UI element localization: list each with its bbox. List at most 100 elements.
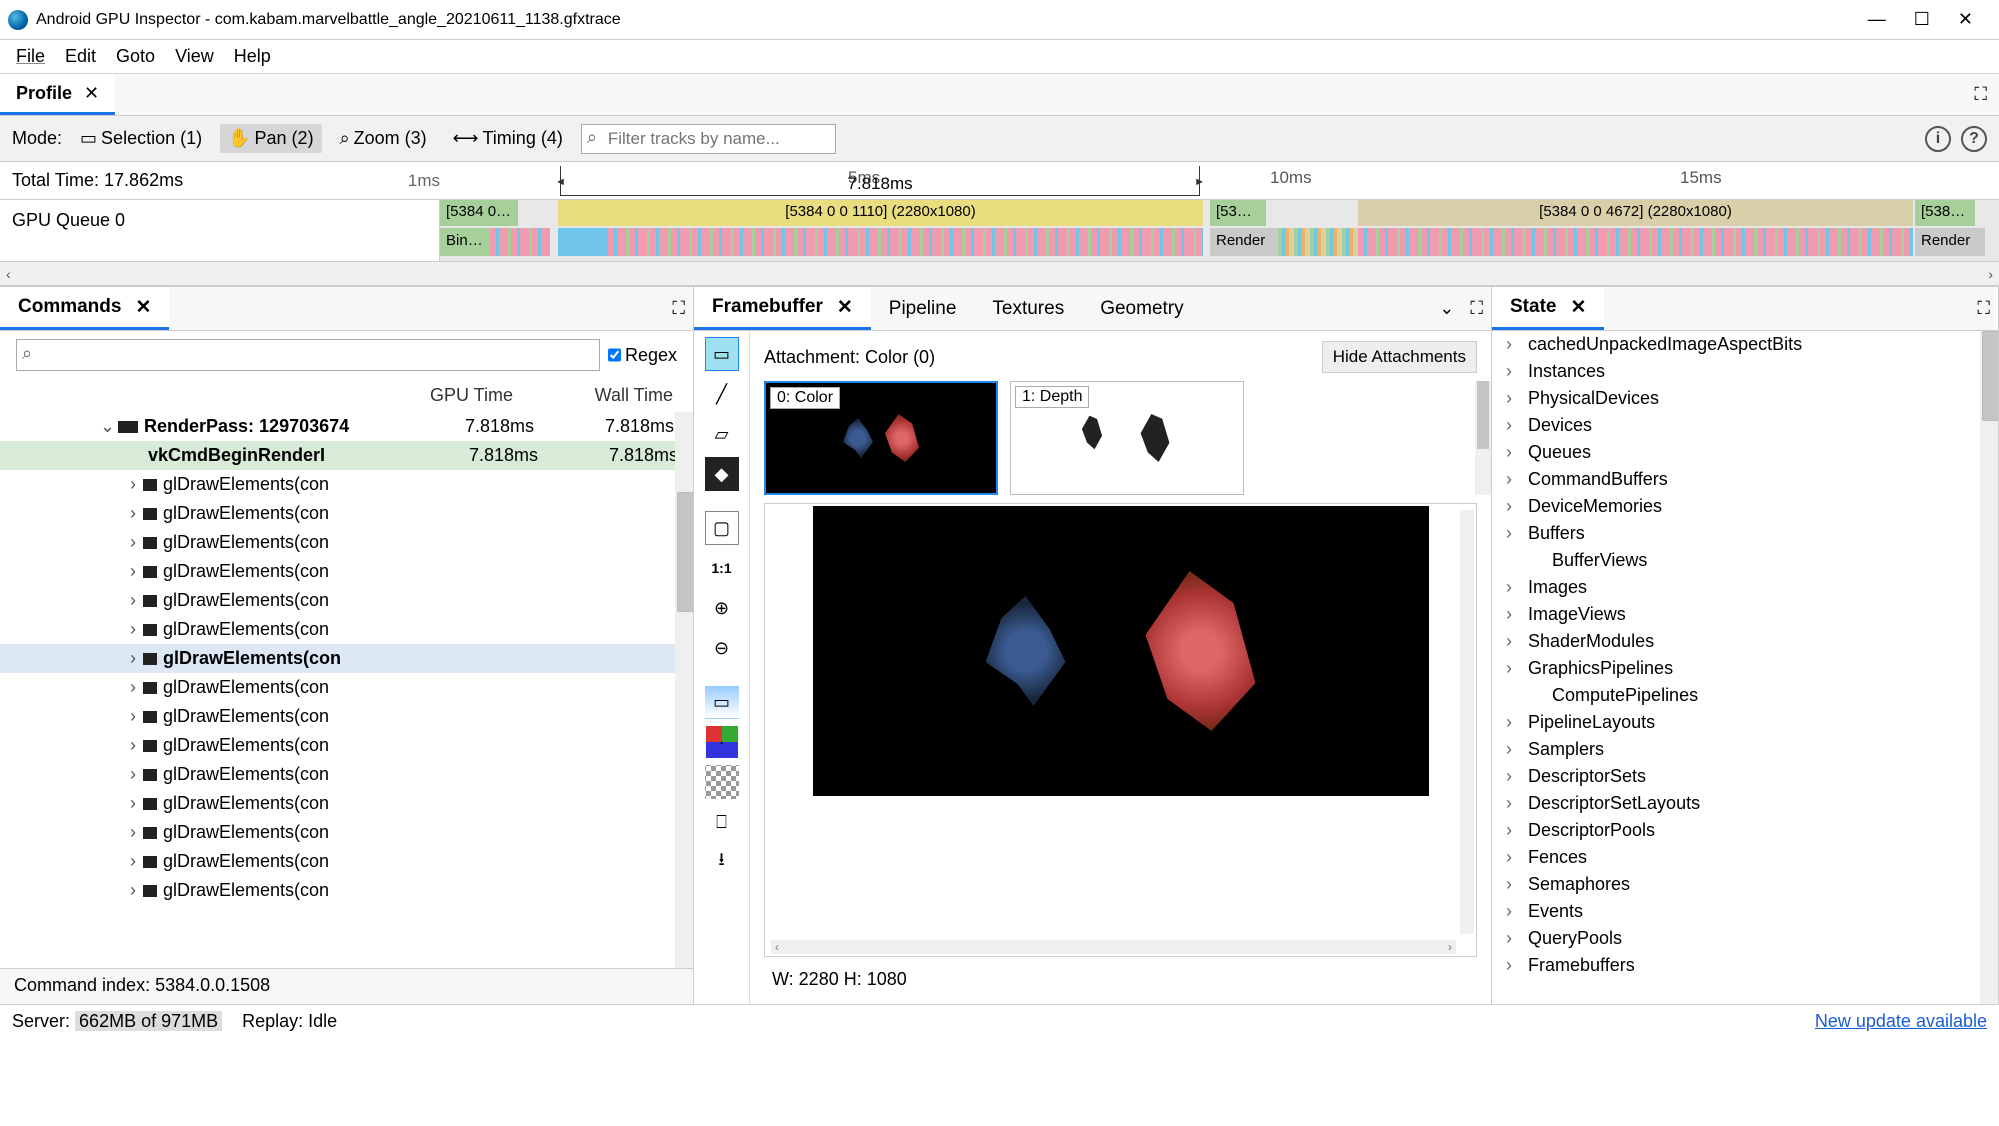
fullscreen-icon[interactable]: ⛶ [1962, 84, 1999, 105]
queue-block-5[interactable]: [538… [1915, 200, 1975, 226]
command-row[interactable]: ›glDrawElements(con [0, 644, 693, 673]
state-item[interactable]: ›QueryPools [1492, 925, 1998, 952]
state-item[interactable]: ›ShaderModules [1492, 628, 1998, 655]
tool-actual-icon[interactable]: 1:1 [705, 551, 739, 585]
commands-search-input[interactable] [16, 339, 600, 371]
queue-block-1-sub[interactable]: Binn… [440, 228, 490, 256]
tab-geometry[interactable]: Geometry [1082, 287, 1201, 330]
mode-timing[interactable]: ⟷ Timing (4) [445, 124, 571, 153]
timeline-ruler[interactable]: 5ms 10ms 15ms 7.818ms [440, 162, 1999, 199]
command-row[interactable]: ›glDrawElements(con [0, 615, 693, 644]
tool-channels-icon[interactable]: · [705, 725, 739, 759]
fb-hscroll[interactable]: ‹› [771, 940, 1456, 954]
mode-pan[interactable]: ✋ Pan (2) [220, 124, 321, 153]
tab-pipeline[interactable]: Pipeline [871, 287, 975, 330]
state-item[interactable]: ›CommandBuffers [1492, 466, 1998, 493]
commands-fullscreen-icon[interactable]: ⛶ [664, 298, 693, 319]
tool-slash-icon[interactable]: ╱ [705, 377, 739, 411]
tab-profile[interactable]: Profile ✕ [0, 74, 115, 115]
state-item[interactable]: ›Semaphores [1492, 871, 1998, 898]
state-item[interactable]: ›Events [1492, 898, 1998, 925]
command-row[interactable]: ›glDrawElements(con [0, 818, 693, 847]
state-item[interactable]: ›DescriptorSetLayouts [1492, 790, 1998, 817]
command-row[interactable]: ›glDrawElements(con [0, 528, 693, 557]
queue-block-2[interactable]: [5384 0 0 1110] (2280x1080) [558, 200, 1203, 226]
command-row[interactable]: ›glDrawElements(con [0, 760, 693, 789]
info-icon[interactable]: i [1925, 126, 1951, 152]
maximize-button[interactable]: ☐ [1914, 9, 1930, 30]
track-filter-input[interactable] [581, 124, 836, 154]
tool-crop-icon[interactable]: ⎕ [705, 805, 739, 839]
tool-color-icon[interactable]: ▭ [705, 337, 739, 371]
state-item[interactable]: ›Framebuffers [1492, 952, 1998, 979]
command-row[interactable]: ›glDrawElements(con [0, 673, 693, 702]
state-item[interactable]: ›DeviceMemories [1492, 493, 1998, 520]
fb-close-icon[interactable]: ✕ [837, 296, 853, 319]
tool-checker-icon[interactable] [705, 765, 739, 799]
state-item[interactable]: ›ImageViews [1492, 601, 1998, 628]
mode-zoom[interactable]: ⌕ Zoom (3) [332, 124, 435, 153]
command-row[interactable]: ⌄RenderPass: 1297036747.818ms7.818ms [0, 412, 693, 441]
state-item[interactable]: ›DescriptorPools [1492, 817, 1998, 844]
command-row[interactable]: ›glDrawElements(con [0, 586, 693, 615]
tool-box-icon[interactable]: ▱ [705, 417, 739, 451]
hide-attachments-button[interactable]: Hide Attachments [1322, 341, 1477, 373]
tool-zoomin-icon[interactable]: ⊕ [705, 591, 739, 625]
update-link[interactable]: New update available [1815, 1011, 1987, 1032]
queue-block-3-sub[interactable]: Render [1210, 228, 1278, 256]
menu-file[interactable]: File [6, 42, 55, 71]
queue-block-5-sub[interactable]: Render [1915, 228, 1985, 256]
state-item[interactable]: ›Buffers [1492, 520, 1998, 547]
command-row[interactable]: vkCmdBeginRenderI7.818ms7.818ms [0, 441, 693, 470]
fb-canvas[interactable] [813, 506, 1429, 796]
tab-textures[interactable]: Textures [974, 287, 1082, 330]
command-row[interactable]: ›glDrawElements(con [0, 876, 693, 905]
state-item[interactable]: ComputePipelines [1492, 682, 1998, 709]
state-item[interactable]: ›cachedUnpackedImageAspectBits [1492, 331, 1998, 358]
state-tree[interactable]: ›cachedUnpackedImageAspectBits›Instances… [1492, 331, 1998, 1004]
commands-close-icon[interactable]: ✕ [135, 296, 151, 319]
timeline-hscroll[interactable]: ‹› [0, 262, 1999, 286]
command-row[interactable]: ›glDrawElements(con [0, 557, 693, 586]
regex-checkbox[interactable]: Regex [608, 339, 677, 371]
state-item[interactable]: ›DescriptorSets [1492, 763, 1998, 790]
command-row[interactable]: ›glDrawElements(con [0, 789, 693, 818]
state-item[interactable]: ›Instances [1492, 358, 1998, 385]
mode-selection[interactable]: ▭ Selection (1) [72, 124, 210, 153]
tool-dark-icon[interactable]: ◆ [705, 457, 739, 491]
state-item[interactable]: ›Images [1492, 574, 1998, 601]
queue-block-1[interactable]: [5384 0… [440, 200, 518, 226]
tool-download-icon[interactable]: ⭳ [705, 845, 739, 879]
fb-dropdown-icon[interactable]: ⌄ [1431, 298, 1462, 319]
state-item[interactable]: ›PhysicalDevices [1492, 385, 1998, 412]
state-item[interactable]: ›Samplers [1492, 736, 1998, 763]
queue-block-3[interactable]: [538… [1210, 200, 1266, 226]
tab-framebuffer[interactable]: Framebuffer✕ [694, 287, 871, 330]
commands-vscroll[interactable] [675, 412, 693, 968]
state-item[interactable]: ›Devices [1492, 412, 1998, 439]
command-row[interactable]: ›glDrawElements(con [0, 499, 693, 528]
thumb-depth[interactable]: 1: Depth [1010, 381, 1244, 495]
close-button[interactable]: ✕ [1958, 9, 1973, 30]
state-item[interactable]: ›Fences [1492, 844, 1998, 871]
tool-zoomout-icon[interactable]: ⊖ [705, 631, 739, 665]
tool-fit-icon[interactable]: ▢ [705, 511, 739, 545]
menu-edit[interactable]: Edit [55, 42, 106, 71]
queue-block-4[interactable]: [5384 0 0 4672] (2280x1080) [1358, 200, 1913, 226]
state-item[interactable]: ›PipelineLayouts [1492, 709, 1998, 736]
thumbs-vscroll[interactable] [1475, 381, 1491, 495]
state-item[interactable]: BufferViews [1492, 547, 1998, 574]
help-icon[interactable]: ? [1961, 126, 1987, 152]
menu-view[interactable]: View [165, 42, 224, 71]
command-row[interactable]: ›glDrawElements(con [0, 847, 693, 876]
state-vscroll[interactable] [1980, 331, 1998, 1004]
tab-state[interactable]: State✕ [1492, 287, 1604, 330]
fb-fullscreen-icon[interactable]: ⛶ [1462, 298, 1491, 319]
command-row[interactable]: ›glDrawElements(con [0, 731, 693, 760]
tab-commands[interactable]: Commands ✕ [0, 287, 169, 330]
menu-goto[interactable]: Goto [106, 42, 165, 71]
gpu-queue-lane[interactable]: [5384 0… Binn… [5384 0 0 1110] (2280x108… [440, 200, 1999, 261]
command-row[interactable]: ›glDrawElements(con [0, 470, 693, 499]
tab-profile-close-icon[interactable]: ✕ [84, 83, 99, 104]
state-fullscreen-icon[interactable]: ⛶ [1969, 298, 1998, 319]
